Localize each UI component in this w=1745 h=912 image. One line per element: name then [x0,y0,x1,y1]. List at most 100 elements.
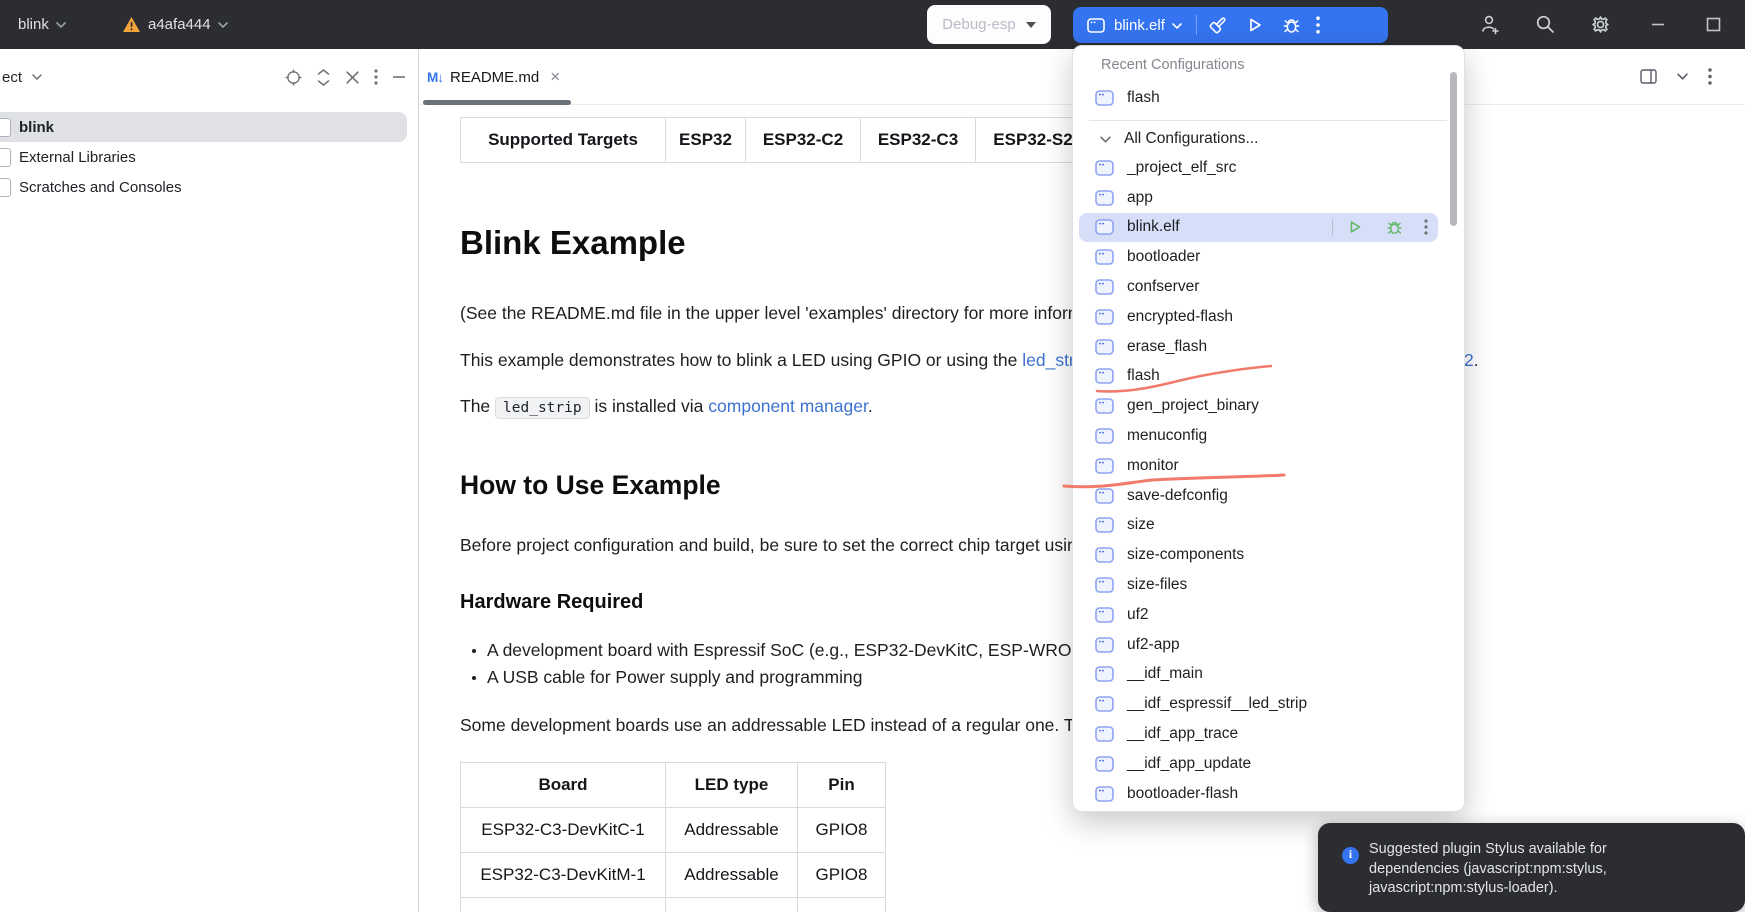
tab-close-icon[interactable]: × [550,67,560,87]
board-table-row: ESP32-C3-DevKitM-1 Addressable GPIO8 [460,852,886,898]
period: . [1473,350,1479,370]
all-configurations-toggle[interactable]: All Configurations... [1073,124,1464,154]
run-config-icon [1095,696,1114,713]
config-item[interactable]: size-files [1079,570,1438,600]
run-widget: blink.elf [1073,7,1388,43]
search-icon[interactable] [1533,12,1557,36]
markdown-file-icon: M↓ [427,69,444,85]
paragraph-1: (See the README.md file in the upper lev… [460,303,1083,323]
config-item[interactable]: size [1079,511,1438,541]
config-item[interactable]: uf2 [1079,600,1438,630]
tree-item[interactable]: Scratches and Consoles [0,172,418,202]
config-item[interactable]: __idf_app_update [1079,749,1438,779]
paragraph-3-text2: is installed via [589,396,709,416]
collapse-close-icon[interactable] [345,70,360,85]
add-user-icon[interactable] [1478,12,1502,36]
dropdown-arrow-icon [1025,21,1036,28]
config-item[interactable]: __idf_espressif__led_strip [1079,689,1438,719]
config-item[interactable]: flash [1079,83,1438,113]
tool-window-title[interactable]: ect [2,69,22,86]
run-config-icon [1095,756,1114,772]
run-config-icon [1095,368,1114,385]
editor-more-icon[interactable] [1708,68,1712,85]
tree-item-label: External Libraries [19,148,136,166]
target-header-cell: ESP32-C3 [860,117,976,163]
led-strip-link[interactable]: led_str [1022,350,1075,370]
run-config-icon [1095,636,1114,653]
config-item[interactable]: __idf_app_trace [1079,719,1438,749]
debug-profile-select[interactable]: Debug-esp [927,5,1051,44]
config-item[interactable]: erase_flash [1079,332,1438,362]
run-config-icon [1095,577,1114,593]
folder-icon [0,177,11,197]
more-actions-icon[interactable] [1424,219,1428,236]
expand-all-icon[interactable] [316,68,331,86]
target-header-cell: ESP32 [665,117,746,163]
config-item[interactable]: menuconfig [1079,421,1438,451]
pin-col-header: Pin [797,762,886,808]
run-config-icon [1095,487,1114,504]
config-item[interactable]: __idf_main [1079,660,1438,690]
config-item[interactable]: _project_elf_src [1079,153,1438,183]
run-config-window-icon [1087,17,1105,33]
run-config-icon [1095,726,1114,742]
config-item[interactable]: bootloader-flash [1079,779,1438,809]
run-config-icon [1095,458,1114,474]
run-icon[interactable] [1346,218,1364,236]
popup-scrollbar-thumb[interactable] [1450,72,1457,226]
config-item[interactable]: save-defconfig [1079,481,1438,511]
window-minimize-button[interactable] [1646,12,1670,36]
all-configurations-label: All Configurations... [1124,130,1259,147]
settings-gear-icon[interactable] [1588,12,1612,36]
config-item[interactable]: gen_project_binary [1079,391,1438,421]
config-item[interactable]: encrypted-flash [1079,302,1438,332]
run-config-selector[interactable]: blink.elf [1114,17,1165,34]
board-table-row: ESP32-C3-DevKitC-1 Addressable GPIO8 [460,807,886,853]
window-maximize-button[interactable] [1701,12,1725,36]
debug-icon[interactable] [1385,218,1404,237]
config-item[interactable]: size-components [1079,540,1438,570]
run-config-icon [1095,517,1114,534]
component-manager-link[interactable]: component manager [708,396,868,416]
config-item-label: uf2-app [1127,635,1180,653]
bullet-item-2: A USB cable for Power supply and program… [472,667,862,688]
more-run-actions-icon[interactable] [1316,16,1320,34]
config-item-label: __idf_app_update [1127,754,1252,772]
hide-panel-icon[interactable] [392,70,406,84]
led-type-cell: Addressable [665,807,798,853]
build-button[interactable] [1207,14,1229,36]
panel-options-icon[interactable] [374,69,378,85]
link-tail[interactable]: 2 [1464,350,1474,370]
run-config-icon [1095,547,1114,564]
debug-button[interactable] [1281,15,1302,36]
run-button[interactable] [1245,15,1265,35]
folder-icon [0,147,11,167]
project-widget[interactable]: blink [18,0,66,49]
config-item[interactable]: confserver [1079,272,1438,302]
config-item[interactable]: blink.elf [1079,212,1438,243]
notification-balloon[interactable]: i Suggested plugin Stylus available for … [1318,823,1745,912]
locate-file-icon[interactable] [285,68,302,86]
config-item[interactable]: flash [1079,362,1438,392]
config-item[interactable]: uf2-app [1079,630,1438,660]
paragraph-4: Before project configuration and build, … [460,535,1077,555]
tree-item[interactable]: blink [0,112,407,142]
vcs-widget[interactable]: a4afa444 [122,0,228,49]
toolbar-separator [1195,15,1197,35]
chevron-down-icon[interactable] [1172,23,1182,29]
config-item-label: _project_elf_src [1127,158,1237,176]
section-heading-hardware: Hardware Required [460,591,644,613]
chevron-down-icon[interactable] [32,74,42,80]
config-item-label: flash [1127,367,1160,385]
config-item[interactable]: monitor [1079,451,1438,481]
chevron-down-icon[interactable] [1677,73,1688,80]
led-type-cell: Addressable [665,897,798,912]
config-item[interactable]: bootloader [1079,242,1438,272]
tree-item[interactable]: External Libraries [0,142,418,172]
tab-readme[interactable]: M↓ README.md × [427,56,560,98]
run-config-icon [1095,279,1114,295]
inline-code: led_strip [495,397,590,419]
panel-splitter[interactable] [418,49,419,912]
config-item[interactable]: app [1079,183,1438,213]
editor-layout-icon[interactable] [1640,69,1657,84]
